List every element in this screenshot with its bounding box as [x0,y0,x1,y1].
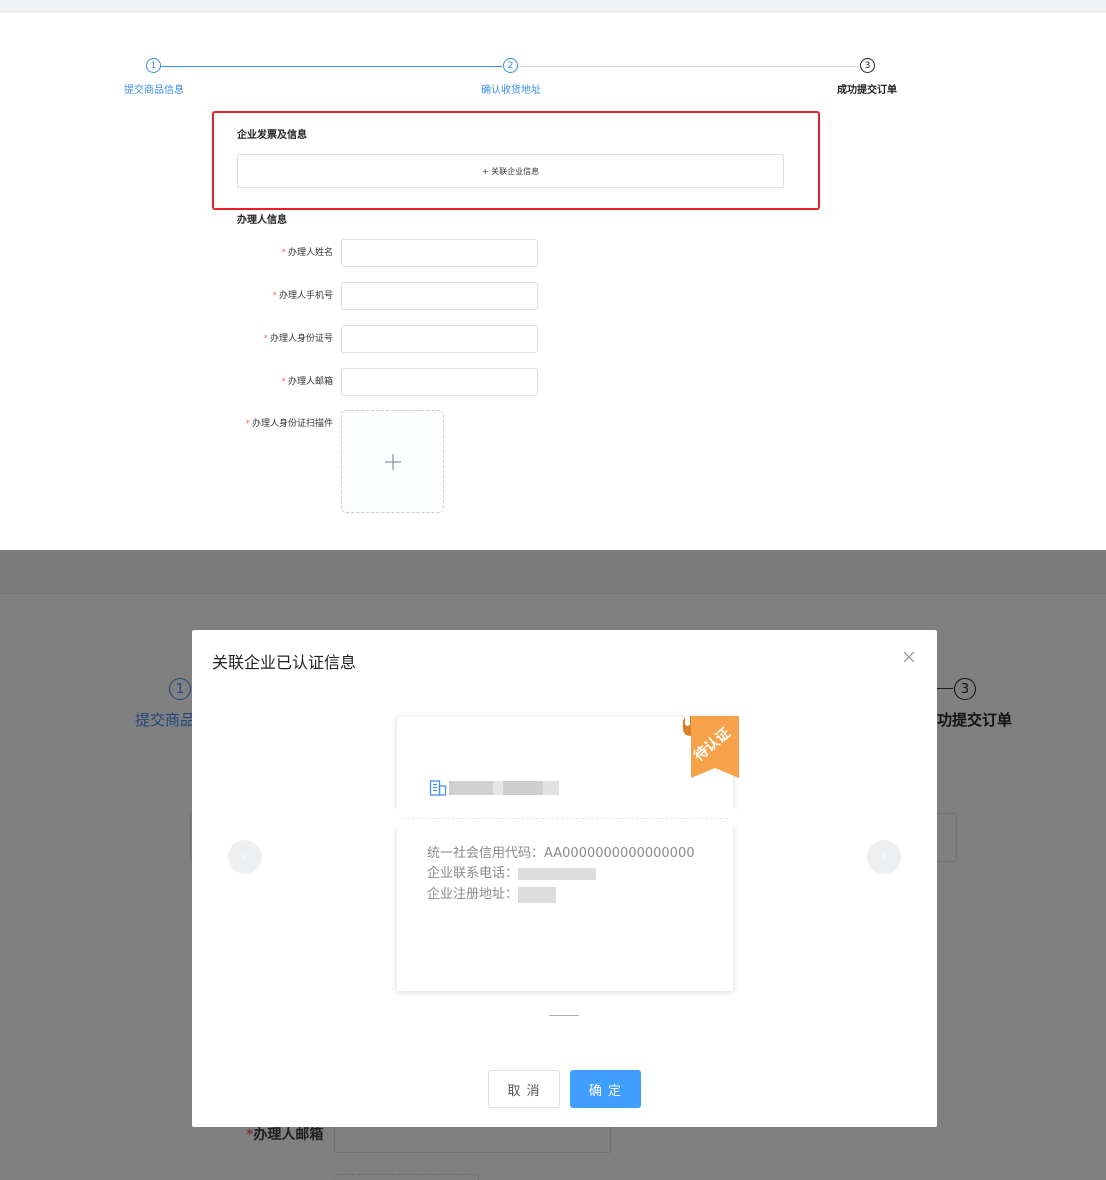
handler-section-title: 办理人信息 [237,215,287,226]
step-3-label: 成功提交订单 [837,85,897,96]
handler-id-input[interactable] [341,325,538,353]
handler-idscan-label: * 办理人身份证扫描件 [245,419,333,429]
handler-idscan-row: * 办理人身份证扫描件 [0,410,600,438]
bg-step-1-circle: 1 [169,678,191,700]
bg-step-line [937,688,953,689]
modal-title: 关联企业已认证信息 [212,653,357,672]
handler-name-input[interactable] [341,239,538,267]
step-line-1 [161,66,502,67]
close-icon[interactable] [901,649,917,665]
step-1-label: 提交商品信息 [124,85,184,96]
confirm-button[interactable]: 确 定 [570,1070,641,1108]
idscan-upload-button[interactable] [341,410,444,513]
handler-phone-input[interactable] [341,282,538,310]
invoice-form-screenshot: 1 2 3 提交商品信息 确认收货地址 成功提交订单 企业发票及信息 + 关联企… [0,0,1106,550]
step-3-circle: 3 [860,58,875,73]
step-progress: 1 2 3 提交商品信息 确认收货地址 成功提交订单 [0,0,1106,100]
handler-email-row: * 办理人邮箱 [0,368,600,396]
company-name-redacted [449,781,493,795]
prev-arrow-button[interactable]: ‹ [228,840,262,874]
invoice-section-title: 企业发票及信息 [237,130,307,141]
credit-code-line: 统一社会信用代码：AA0000000000000000 [427,846,695,861]
pending-badge: 待认证 [681,712,747,778]
carousel-indicator[interactable] [549,1015,579,1016]
company-name-redacted-3 [503,781,543,795]
handler-id-label: * 办理人身份证号 [263,334,333,344]
step-line-2 [518,66,859,67]
phone-line: 企业联系电话： [427,865,597,883]
cancel-button[interactable]: 取 消 [488,1070,560,1108]
backdrop-header-bar [0,550,1106,594]
company-name-redacted-2 [493,781,503,795]
plus-icon [384,453,401,470]
card-divider [397,818,733,819]
chevron-right-icon: › [881,849,887,865]
step-1-circle: 1 [146,58,161,73]
link-company-button[interactable]: + 关联企业信息 [237,154,784,188]
card-notch-right [728,808,738,828]
next-arrow-button[interactable]: › [867,840,901,874]
bg-upload-box [334,1174,479,1180]
bg-step-3-circle: 3 [954,678,976,700]
step-2-label: 确认收货地址 [481,85,541,96]
address-redacted [518,886,557,903]
step-2-circle: 2 [503,58,518,73]
bg-step-1-label: 提交商品 [135,711,196,729]
company-card[interactable]: 统一社会信用代码：AA0000000000000000 企业联系电话： 企业注册… [392,714,739,991]
card-notch-left [392,808,402,828]
credit-code-value: AA0000000000000000 [544,846,695,861]
handler-email-input[interactable] [341,368,538,396]
handler-name-row: * 办理人姓名 [0,239,600,267]
company-name-redacted-4 [543,781,559,795]
bg-step-3-label: 功提交订单 [937,711,1013,729]
building-icon [429,780,447,796]
link-company-modal: 关联企业已认证信息 ‹ › 统一社会信用代码：AA000000000000000… [192,630,937,1127]
bg-email-label: *办理人邮箱 [246,1127,324,1143]
handler-id-row: * 办理人身份证号 [0,325,600,353]
chevron-left-icon: ‹ [242,849,248,865]
handler-phone-row: * 办理人手机号 [0,282,600,310]
handler-phone-label: * 办理人手机号 [272,291,333,301]
address-line: 企业注册地址： [427,886,557,904]
handler-name-label: * 办理人姓名 [281,248,333,258]
company-name-row [429,777,559,799]
handler-email-label: * 办理人邮箱 [281,377,333,387]
phone-redacted [518,867,597,880]
